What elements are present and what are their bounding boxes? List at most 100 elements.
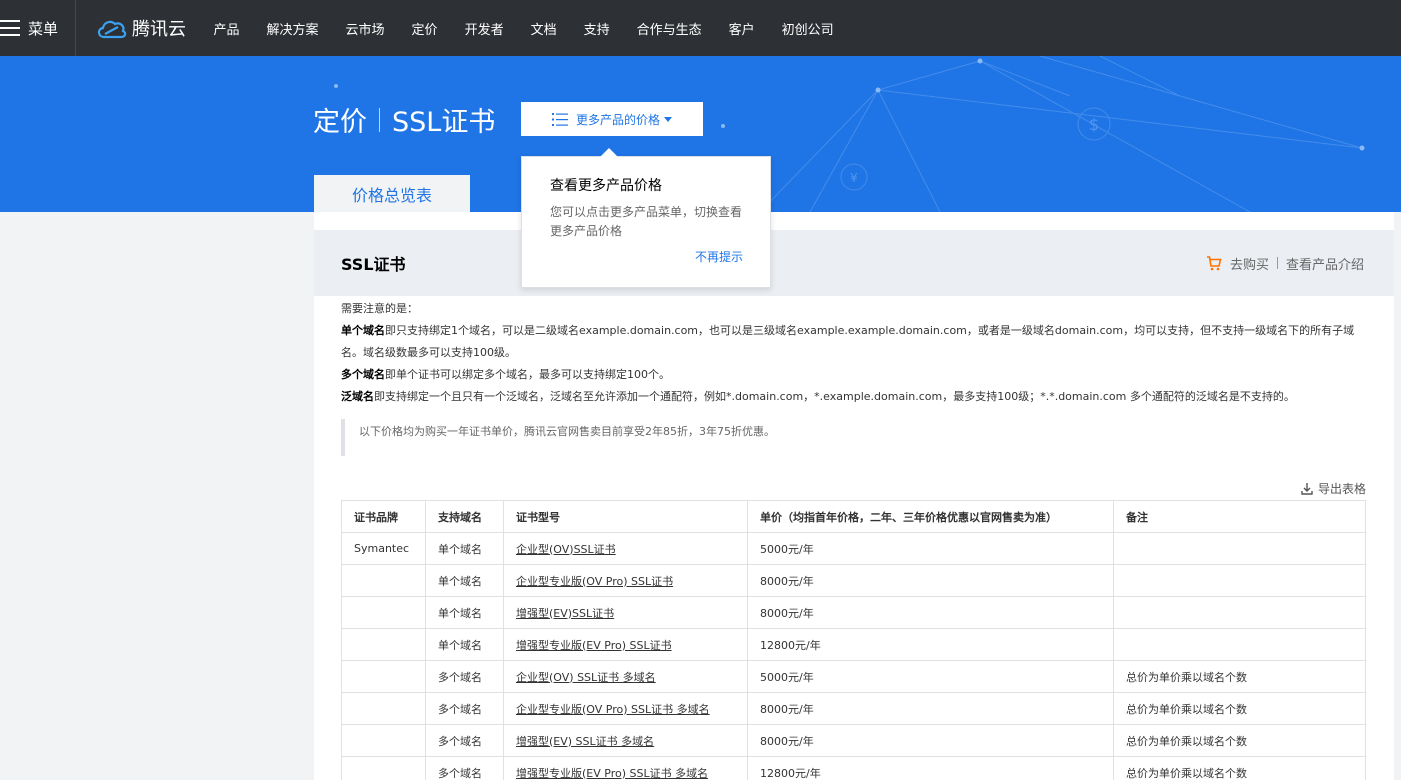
col-header-brand: 证书品牌 [341, 500, 426, 533]
note-wildcard-term: 泛域名 [341, 390, 374, 403]
cell-domain: 多个域名 [425, 756, 504, 780]
cell-price: 8000元/年 [747, 724, 1114, 757]
cell-remark [1113, 628, 1366, 661]
nav-item-startups[interactable]: 初创公司 [782, 19, 834, 38]
col-header-remark: 备注 [1113, 500, 1366, 533]
more-products-popover: 查看更多产品价格 您可以点击更多产品菜单，切换查看更多产品价格 不再提示 [521, 148, 771, 288]
cell-model-link[interactable]: 企业型专业版(OV Pro) SSL证书 [503, 564, 748, 597]
note-wildcard-text: 即支持绑定一个且只有一个泛域名，泛域名至允许添加一个通配符，例如*.domain… [374, 390, 1295, 403]
nav-item-solutions[interactable]: 解决方案 [267, 19, 319, 38]
svg-text:¥: ¥ [850, 171, 858, 185]
cell-model-link[interactable]: 增强型专业版(EV Pro) SSL证书 多域名 [503, 756, 748, 780]
cell-domain: 单个域名 [425, 596, 504, 629]
discount-note: 以下价格均为购买一年证书单价，腾讯云官网售卖目前享受2年85折，3年75折优惠。 [341, 419, 1371, 456]
export-table-button[interactable]: 导出表格 [1301, 480, 1366, 497]
nav-items: 产品 解决方案 云市场 定价 开发者 文档 支持 合作与生态 客户 初创公司 [200, 19, 847, 38]
cell-model-link[interactable]: 企业型(OV)SSL证书 [503, 532, 748, 565]
tab-price-overview[interactable]: 价格总览表 [314, 175, 470, 212]
cell-remark: 总价为单价乘以域名个数 [1113, 724, 1366, 757]
note-wildcard: 泛域名即支持绑定一个且只有一个泛域名，泛域名至允许添加一个通配符，例如*.dom… [341, 386, 1371, 408]
popover-body: 您可以点击更多产品菜单，切换查看更多产品价格 [550, 205, 743, 238]
notes-intro: 需要注意的是： [341, 302, 418, 315]
nav-item-pricing[interactable]: 定价 [412, 19, 438, 38]
cell-brand [341, 756, 426, 780]
nav-item-docs[interactable]: 文档 [531, 19, 557, 38]
note-single-domain: 单个域名即只支持绑定1个域名，可以是二级域名example.domain.com… [341, 320, 1371, 364]
note-single-domain-term: 单个域名 [341, 324, 385, 337]
cell-domain: 多个域名 [425, 660, 504, 693]
nav-item-developers[interactable]: 开发者 [465, 19, 504, 38]
cell-domain: 多个域名 [425, 724, 504, 757]
cell-brand [341, 564, 426, 597]
table-row: 单个域名 增强型(EV)SSL证书 8000元/年 [341, 596, 1366, 629]
note-multi-domain-term: 多个域名 [341, 368, 385, 381]
note-multi-domain: 多个域名即单个证书可以绑定多个域名，最多可以支持绑定100个。 [341, 364, 1371, 386]
col-header-model: 证书型号 [503, 500, 748, 533]
card-header: SSL证书 去购买 查看产品介绍 [314, 230, 1394, 296]
list-icon [551, 112, 568, 126]
nav-item-partners[interactable]: 合作与生态 [637, 19, 702, 38]
cell-model-link[interactable]: 企业型(OV) SSL证书 多域名 [503, 660, 748, 693]
page-title-right: SSL证书 [392, 107, 496, 138]
card-title: SSL证书 [341, 255, 406, 274]
table-row: 多个域名 企业型(OV) SSL证书 多域名 5000元/年 总价为单价乘以域名… [341, 660, 1366, 693]
col-header-domain: 支持域名 [425, 500, 504, 533]
cell-price: 12800元/年 [747, 628, 1114, 661]
nav-item-marketplace[interactable]: 云市场 [346, 19, 385, 38]
buy-link[interactable]: 去购买 [1230, 254, 1269, 273]
cell-remark: 总价为单价乘以域名个数 [1113, 692, 1366, 725]
cell-model-link[interactable]: 增强型专业版(EV Pro) SSL证书 [503, 628, 748, 661]
cell-model-link[interactable]: 增强型(EV) SSL证书 多域名 [503, 724, 748, 757]
cell-brand [341, 692, 426, 725]
cell-model-link[interactable]: 企业型专业版(OV Pro) SSL证书 多域名 [503, 692, 748, 725]
cell-domain: 单个域名 [425, 628, 504, 661]
cell-price: 8000元/年 [747, 564, 1114, 597]
cell-remark: 总价为单价乘以域名个数 [1113, 756, 1366, 780]
product-intro-link[interactable]: 查看产品介绍 [1286, 254, 1364, 273]
col-header-price: 单价（均指首年价格，二年、三年价格优惠以官网售卖为准） [747, 500, 1114, 533]
card-actions: 去购买 查看产品介绍 [1206, 254, 1364, 273]
notes: 需要注意的是： 单个域名即只支持绑定1个域名，可以是二级域名example.do… [341, 298, 1371, 408]
note-single-domain-text: 即只支持绑定1个域名，可以是二级域名example.domain.com，也可以… [341, 324, 1355, 359]
cell-remark [1113, 532, 1366, 565]
dismiss-link[interactable]: 不再提示 [695, 248, 743, 265]
cell-domain: 单个域名 [425, 564, 504, 597]
cell-remark [1113, 596, 1366, 629]
table-row: 多个域名 增强型(EV) SSL证书 多域名 8000元/年 总价为单价乘以域名… [341, 724, 1366, 757]
menu-button[interactable]: 菜单 [0, 0, 76, 56]
cell-model-link[interactable]: 增强型(EV)SSL证书 [503, 596, 748, 629]
table-row: 多个域名 企业型专业版(OV Pro) SSL证书 多域名 8000元/年 总价… [341, 692, 1366, 725]
table-header-row: 证书品牌 支持域名 证书型号 单价（均指首年价格，二年、三年价格优惠以官网售卖为… [341, 500, 1366, 533]
cell-brand [341, 628, 426, 661]
cell-domain: 单个域名 [425, 532, 504, 565]
table-row: Symantec 单个域名 企业型(OV)SSL证书 5000元/年 [341, 532, 1366, 565]
logo-text: 腾讯云 [132, 19, 186, 40]
nav-item-customers[interactable]: 客户 [729, 19, 755, 38]
nav-item-support[interactable]: 支持 [584, 19, 610, 38]
cell-brand [341, 724, 426, 757]
title-separator [379, 107, 380, 132]
table-row: 单个域名 企业型专业版(OV Pro) SSL证书 8000元/年 [341, 564, 1366, 597]
cell-price: 8000元/年 [747, 596, 1114, 629]
popover-title: 查看更多产品价格 [550, 178, 662, 194]
logo[interactable]: 腾讯云 [96, 15, 186, 41]
svg-text:$: $ [1089, 115, 1099, 134]
menu-label: 菜单 [28, 19, 59, 38]
page-title: 定价 SSL证书 [313, 100, 495, 139]
table-row: 多个域名 增强型专业版(EV Pro) SSL证书 多域名 12800元/年 总… [341, 756, 1366, 780]
action-divider [1276, 257, 1278, 269]
cell-brand: Symantec [341, 532, 426, 565]
cell-price: 12800元/年 [747, 756, 1114, 780]
caret-down-icon [664, 116, 672, 122]
export-label: 导出表格 [1317, 482, 1366, 496]
cell-brand [341, 596, 426, 629]
table-row: 单个域名 增强型专业版(EV Pro) SSL证书 12800元/年 [341, 628, 1366, 661]
cell-price: 8000元/年 [747, 692, 1114, 725]
cell-domain: 多个域名 [425, 692, 504, 725]
more-products-button[interactable]: 更多产品的价格 [521, 102, 703, 136]
top-nav: 菜单 腾讯云 产品 解决方案 云市场 定价 开发者 文档 支持 合作与生态 客户… [0, 0, 1401, 56]
cart-icon [1206, 255, 1222, 270]
nav-item-products[interactable]: 产品 [214, 19, 240, 38]
cell-price: 5000元/年 [747, 660, 1114, 693]
more-products-label: 更多产品的价格 [575, 112, 660, 127]
